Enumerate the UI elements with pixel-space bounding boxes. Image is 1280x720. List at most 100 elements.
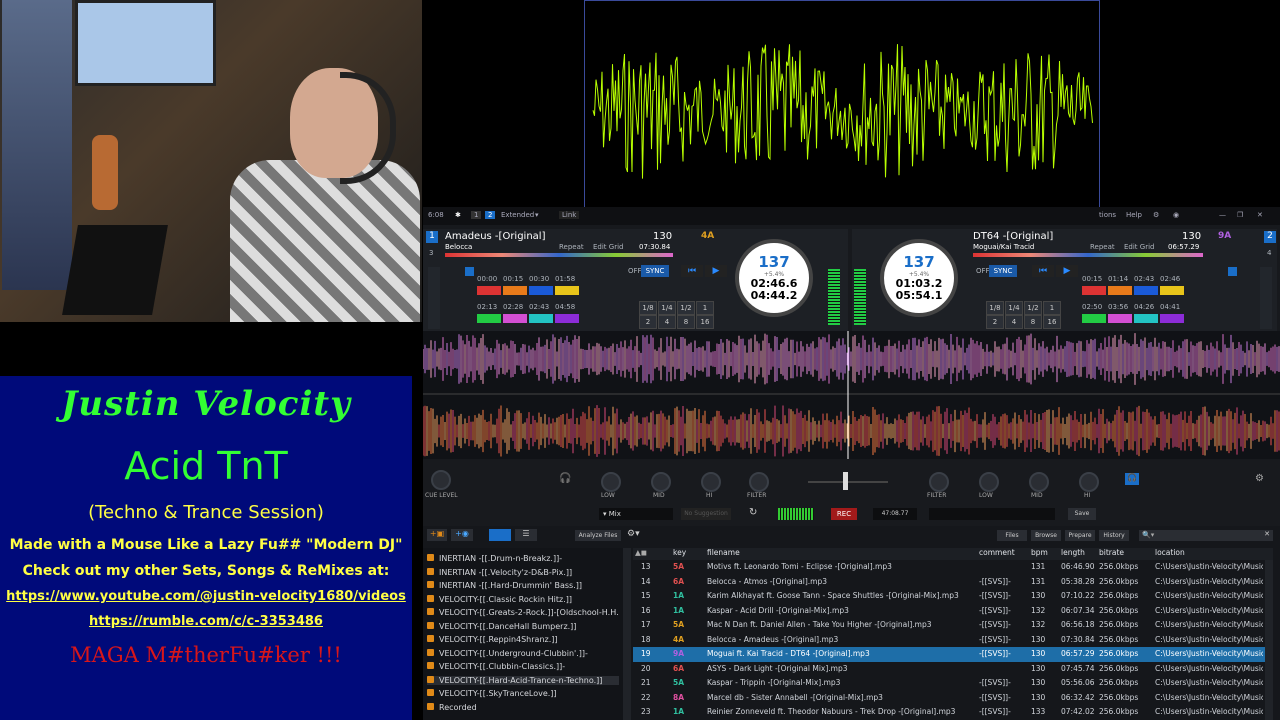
gear-icon[interactable]: ⚙▾: [627, 529, 640, 539]
table-row[interactable]: 17 5A Mac N Dan ft. Daniel Allen - Take Yo…: [633, 618, 1273, 633]
deck-sub-number[interactable]: 3: [429, 249, 433, 257]
analyze-files-button[interactable]: Analyze Files: [575, 530, 621, 541]
mid-knob-right[interactable]: [1029, 472, 1049, 492]
add-playlist-icon[interactable]: +◉: [451, 529, 473, 541]
close-icon[interactable]: ✕: [1257, 211, 1263, 219]
loop-size-button[interactable]: 1/4: [1005, 301, 1023, 315]
loop-size-button[interactable]: 8: [1024, 315, 1042, 329]
table-row[interactable]: 14 6A Belocca - Atmos -[Original].mp3 -[[SV…: [633, 575, 1273, 590]
mini-waveform[interactable]: [445, 253, 673, 257]
deck-sub-number[interactable]: 4: [1267, 249, 1271, 257]
deck-number[interactable]: 1: [426, 231, 438, 243]
layout-mode-select[interactable]: Extended: [501, 211, 534, 219]
table-row[interactable]: 23 1A Reinier Zonneveld ft. Theodor Nabuur…: [633, 705, 1273, 720]
folder-item[interactable]: VELOCITY-[[.Greats-2-Rock.]]-[Oldschool-…: [427, 608, 619, 617]
jog-wheel[interactable]: 137 +5.4% 02:46.6 04:44.2: [735, 239, 813, 317]
loop-size-button[interactable]: 1: [1043, 301, 1061, 315]
column-location[interactable]: location: [1155, 548, 1185, 557]
column-bpm[interactable]: bpm: [1031, 548, 1048, 557]
layout-1-button[interactable]: 1: [471, 211, 482, 219]
scrolling-waveforms[interactable]: [423, 331, 1280, 459]
record-filename[interactable]: [929, 508, 1055, 520]
loop-size-button[interactable]: 2: [639, 315, 657, 329]
loop-size-button[interactable]: 1/8: [986, 301, 1004, 315]
hotcue-pad[interactable]: [1108, 314, 1132, 323]
table-row[interactable]: 18 4A Belocca - Amadeus -[Original].mp3 -[[…: [633, 633, 1273, 648]
add-folder-icon[interactable]: +▣: [427, 529, 447, 541]
folder-item[interactable]: VELOCITY-[[.Clubbin-Classics.]]-: [427, 662, 565, 671]
link-button[interactable]: Link: [559, 211, 580, 219]
hotcue-pad[interactable]: [555, 314, 579, 323]
table-row[interactable]: 22 8A Marcel db - Sister Annabell -[Origin…: [633, 691, 1273, 706]
hotcue-pad[interactable]: [555, 286, 579, 295]
folder-item[interactable]: INERTIAN -[[.Drum-n-Breakz.]]-: [427, 554, 562, 563]
detail-view-icon[interactable]: ☰: [515, 529, 537, 541]
folder-item[interactable]: INERTIAN -[[.Hard-Drummin' Bass.]]: [427, 581, 582, 590]
filter-knob-right[interactable]: [929, 472, 949, 492]
clear-search-icon[interactable]: ✕: [1264, 530, 1270, 538]
mini-waveform[interactable]: [973, 253, 1203, 257]
table-row[interactable]: 13 5A Motivs ft. Leonardo Tomi - Eclipse -…: [633, 560, 1273, 575]
folder-scrollbar[interactable]: [623, 548, 631, 720]
settings-icon[interactable]: ⚙: [1153, 211, 1159, 219]
settings-icon[interactable]: ⚙: [1255, 473, 1264, 484]
search-input[interactable]: 🔍▾ ✕: [1139, 530, 1273, 541]
hotcue-pad[interactable]: [1160, 314, 1184, 323]
folder-item[interactable]: VELOCITY-[[.Reppin4Shranz.]]: [427, 635, 558, 644]
hi-knob-right[interactable]: [1079, 472, 1099, 492]
suggestion-button[interactable]: No Suggestion: [681, 508, 731, 520]
hotcue-pad[interactable]: [529, 286, 553, 295]
table-row[interactable]: 21 5A Kaspar - Trippin -[Original-Mix].mp3…: [633, 676, 1273, 691]
waveform-area[interactable]: [423, 331, 1280, 459]
loop-size-button[interactable]: 1/8: [639, 301, 657, 315]
column-comment[interactable]: comment: [979, 548, 1015, 557]
track-scrollbar[interactable]: [1265, 560, 1273, 720]
cue-button[interactable]: ⏮: [681, 265, 703, 277]
loop-size-button[interactable]: 1/2: [677, 301, 695, 315]
headphones-icon[interactable]: 🎧: [559, 473, 571, 484]
chevron-down-icon[interactable]: ▾: [535, 211, 539, 219]
sort-icon[interactable]: ▲◼: [635, 548, 647, 557]
list-view-icon[interactable]: [489, 529, 511, 541]
loop-size-button[interactable]: 4: [1005, 315, 1023, 329]
folder-item[interactable]: VELOCITY-[[.DanceHall Bumperz.]]: [427, 621, 576, 631]
repeat-button[interactable]: Repeat: [559, 243, 584, 251]
hotcue-pad[interactable]: [477, 314, 501, 323]
speaker-icon[interactable]: [465, 267, 474, 276]
hotcue-pad[interactable]: [1160, 286, 1184, 295]
column-bitrate[interactable]: bitrate: [1099, 548, 1124, 557]
user-icon[interactable]: ◉: [1173, 211, 1179, 219]
options-menu[interactable]: tions: [1099, 211, 1116, 219]
loop-size-button[interactable]: 2: [986, 315, 1004, 329]
deck-number[interactable]: 2: [1264, 231, 1276, 243]
column-key[interactable]: key: [673, 548, 686, 557]
table-row[interactable]: 15 1A Karim Alkhayat ft. Goose Tann - Spac…: [633, 589, 1273, 604]
folder-item[interactable]: VELOCITY-[[.Underground-Clubbin'.]]-: [427, 648, 588, 658]
play-button[interactable]: ▶: [705, 265, 727, 277]
speaker-icon[interactable]: [1228, 267, 1237, 276]
mid-knob-left[interactable]: [651, 472, 671, 492]
table-row[interactable]: 19 9A Moguai ft. Kai Tracid - DT64 -[Origi…: [633, 647, 1273, 662]
headphones-icon[interactable]: 🎧: [1125, 473, 1139, 485]
sync-button[interactable]: SYNC: [989, 265, 1017, 277]
off-button[interactable]: OFF: [628, 267, 642, 275]
folder-item[interactable]: VELOCITY-[[.Classic Rockin Hitz.]]: [427, 594, 572, 604]
youtube-link[interactable]: https://www.youtube.com/@justin-velocity…: [0, 589, 412, 604]
crossfader-handle[interactable]: [843, 472, 848, 490]
record-button[interactable]: REC: [831, 508, 857, 520]
low-knob-left[interactable]: [601, 472, 621, 492]
pitch-slider[interactable]: [428, 267, 440, 329]
cue-level-knob[interactable]: [431, 470, 451, 490]
table-row[interactable]: 16 1A Kaspar - Acid Drill -[Original-Mix].…: [633, 604, 1273, 619]
filter-knob-left[interactable]: [749, 472, 769, 492]
maximize-icon[interactable]: ❐: [1237, 211, 1243, 219]
low-knob-right[interactable]: [979, 472, 999, 492]
column-length[interactable]: length: [1061, 548, 1085, 557]
browser-tab[interactable]: Files: [997, 530, 1027, 541]
loop-size-button[interactable]: 4: [658, 315, 676, 329]
save-button[interactable]: Save: [1068, 508, 1096, 520]
off-button[interactable]: OFF: [976, 267, 990, 275]
repeat-button[interactable]: Repeat: [1090, 243, 1115, 251]
table-row[interactable]: 20 6A ASYS - Dark Light -[Original Mix].mp…: [633, 662, 1273, 677]
rumble-link[interactable]: https://rumble.com/c/c-3353486: [0, 614, 412, 629]
